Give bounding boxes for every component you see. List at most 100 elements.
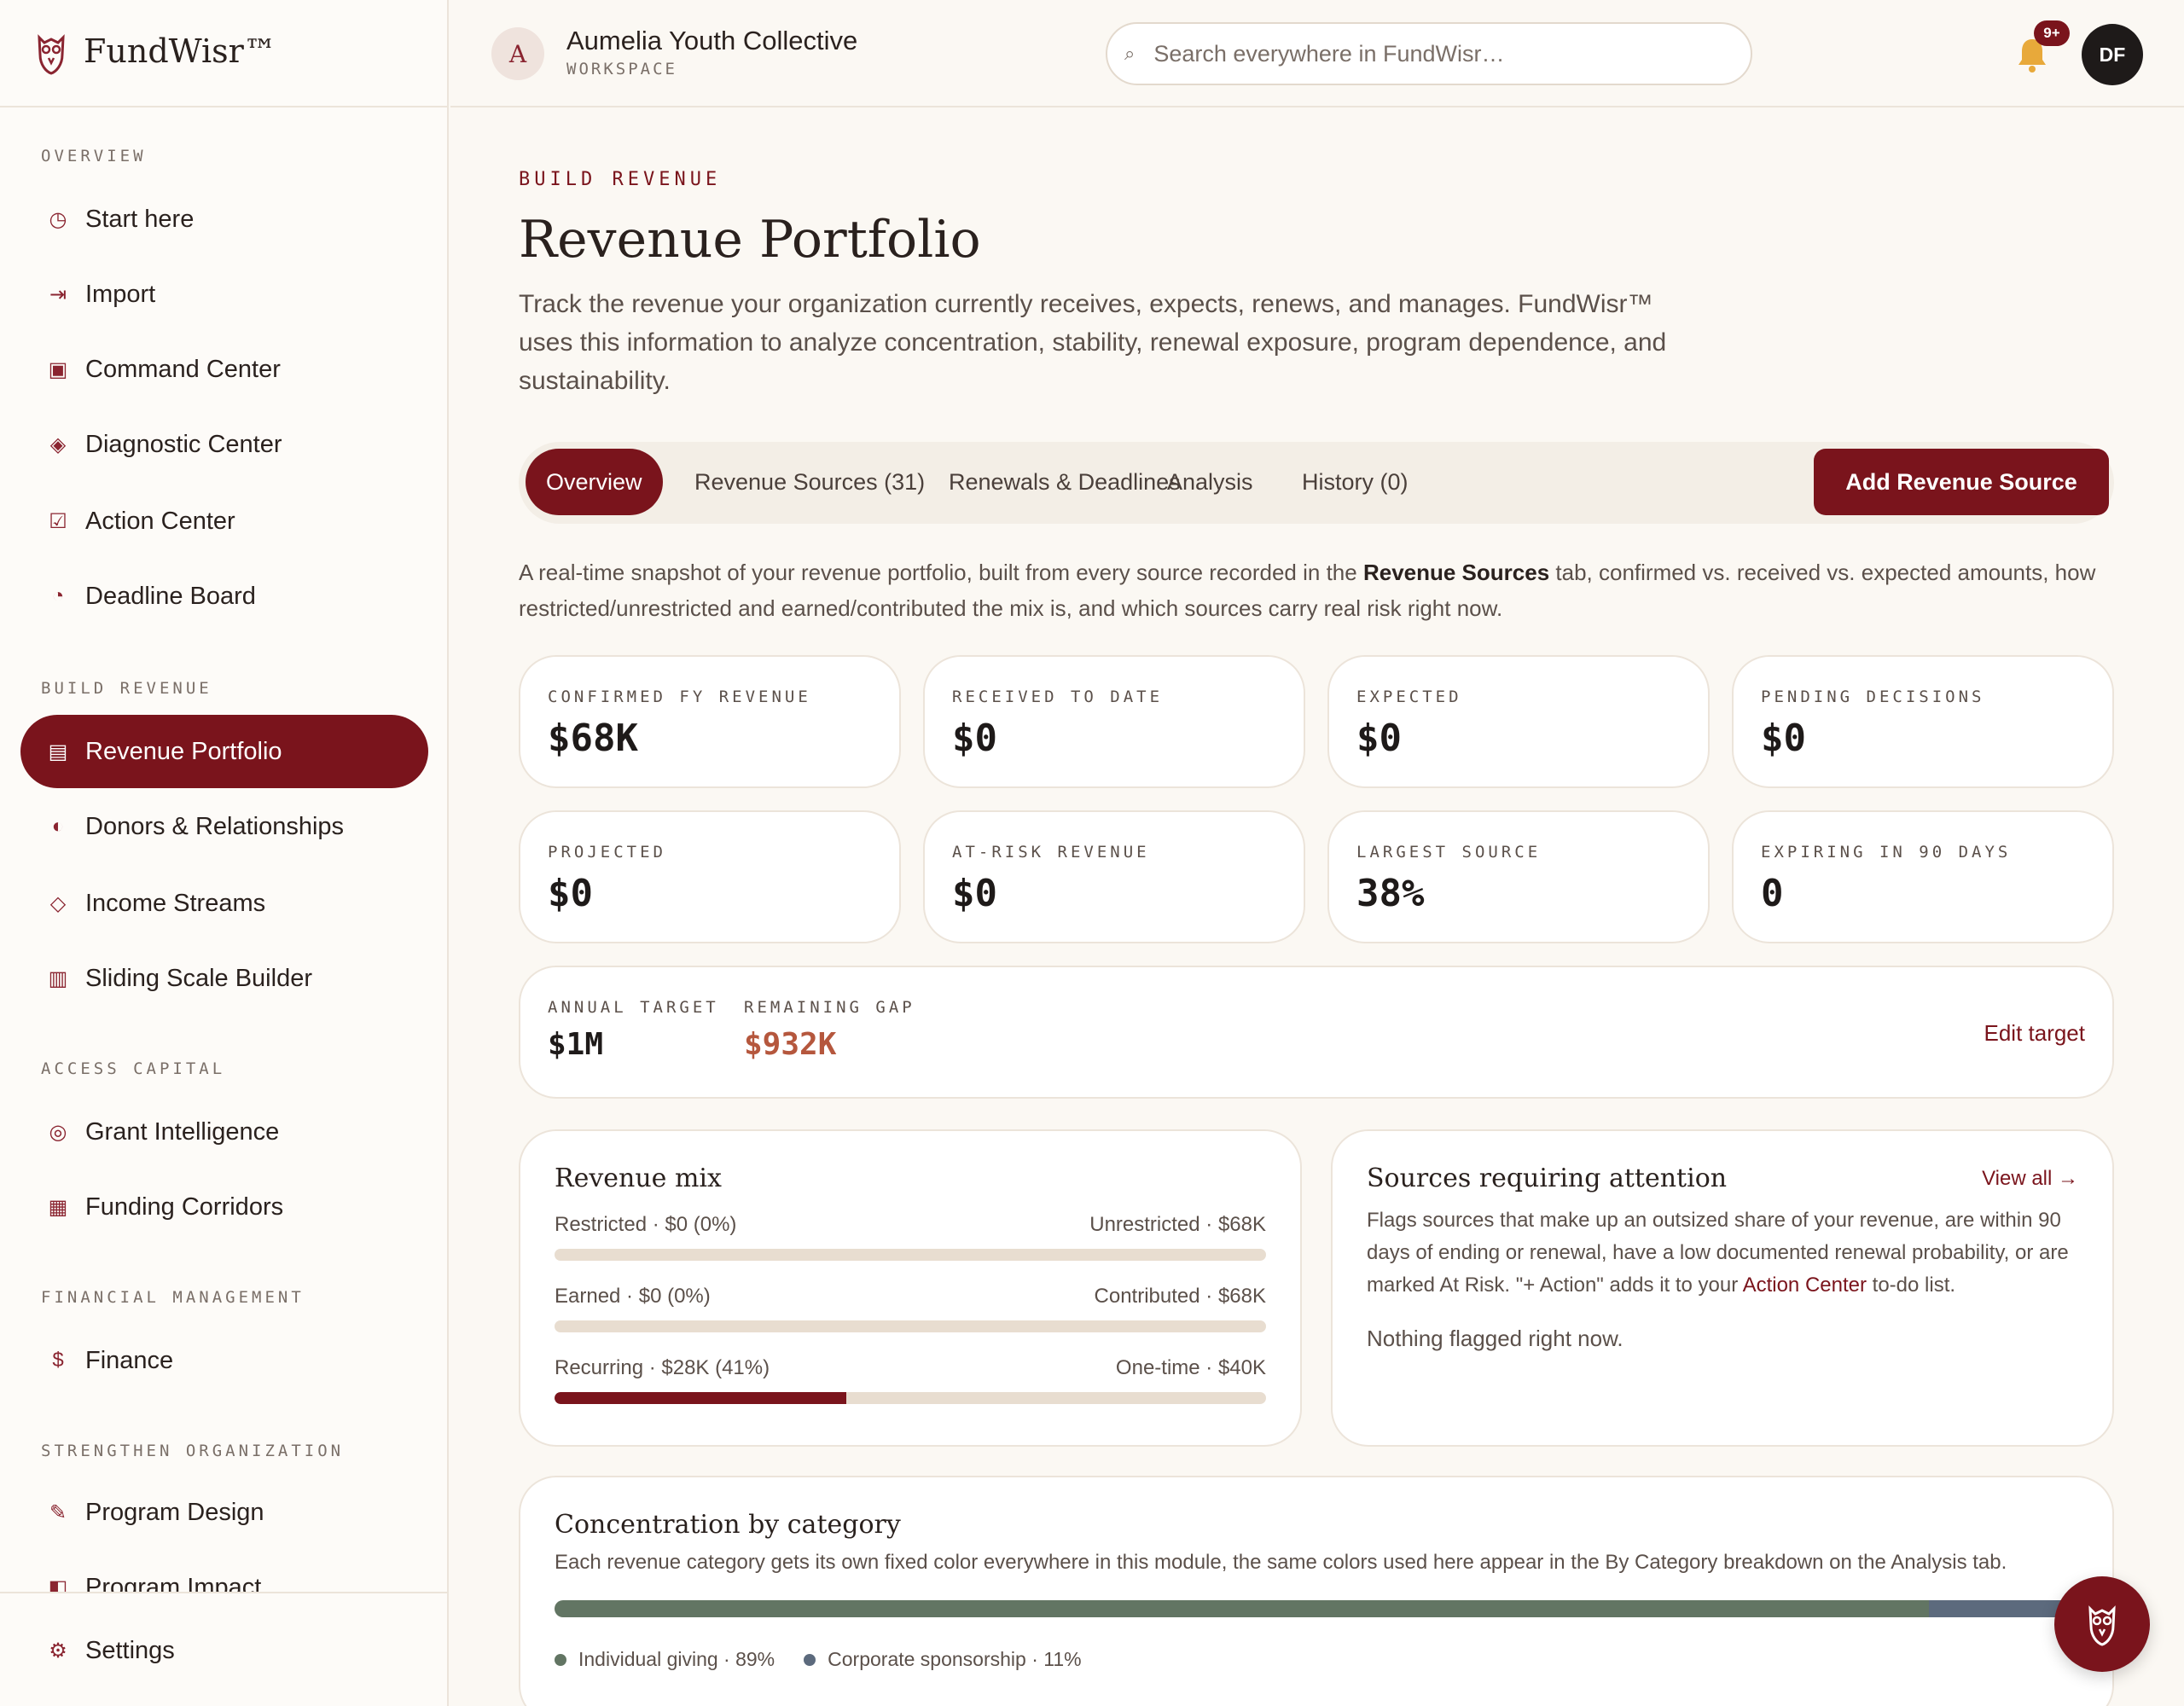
concentration-description: Each revenue category gets its own fixed… [555,1551,2007,1574]
stat-card-at-risk-revenue: AT-RISK REVENUE $0 [923,810,1305,943]
sidebar-item-label: Settings [85,1636,175,1664]
search-icon: ⌕ [1124,43,1136,64]
columns-icon: ▥ [48,966,68,990]
stat-value: $68K [548,717,638,760]
sidebar-item-settings[interactable]: ⚙ Settings [20,1614,428,1687]
add-revenue-source-button[interactable]: Add Revenue Source [1814,449,2109,515]
attention-description: Flags sources that make up an outsized s… [1367,1204,2083,1302]
mix-track [555,1249,1266,1261]
workspace-avatar[interactable]: A [491,27,544,80]
half-circle-icon: ◐ [51,815,65,838]
stat-card-expected: EXPECTED $0 [1327,655,1710,788]
sidebar-nav: OVERVIEW ◷ Start here ⇥ Import ▣ Command… [0,109,447,1594]
mix-left-label: Recurring · $28K (41%) [555,1356,770,1379]
sidebar-item-finance[interactable]: $ Finance [20,1324,428,1397]
sidebar-item-donors-relationships[interactable]: ◐ Donors & Relationships [20,790,428,863]
annual-target-label: ANNUAL TARGET [548,998,719,1017]
sidebar-footer: ⚙ Settings [0,1592,447,1706]
stat-card-pending-decisions: PENDING DECISIONS $0 [1732,655,2114,788]
search-input[interactable] [1153,40,1700,67]
square-target-icon: ▣ [48,357,68,381]
stat-value: $0 [952,717,997,760]
sidebar-item-import[interactable]: ⇥ Import [20,258,428,331]
nav-section-build-revenue: BUILD REVENUE [41,679,212,698]
sidebar-item-funding-corridors[interactable]: ▦ Funding Corridors [20,1170,428,1244]
gear-icon: ⚙ [49,1639,67,1662]
sidebar-item-label: Finance [85,1346,174,1374]
page-description: Track the revenue your organization curr… [519,290,1667,395]
brand-name[interactable]: FundWisr™ [84,32,276,70]
sidebar-item-label: Import [85,280,156,308]
sidebar-item-command-center[interactable]: ▣ Command Center [20,333,428,406]
mix-row-recurring: Recurring · $28K (41%) One-time · $40K [555,1356,1266,1404]
owl-logo-icon [38,34,65,75]
stat-value: 38% [1356,872,1425,915]
tab-history[interactable]: History (0) [1281,449,1429,515]
sidebar-item-program-impact[interactable]: ◧ Program Impact [20,1551,428,1594]
assistant-fab-button[interactable] [2054,1576,2150,1672]
sidebar-item-label: Program Impact [85,1573,262,1594]
tab-revenue-sources[interactable]: Revenue Sources (31) [674,449,945,515]
sidebar-item-income-streams[interactable]: ◇ Income Streams [20,867,428,940]
page-title: Revenue Portfolio [519,210,981,270]
tab-overview[interactable]: Overview [526,449,663,515]
sidebar-item-revenue-portfolio[interactable]: ▤ Revenue Portfolio [20,715,428,788]
stat-value: $0 [1356,717,1402,760]
clock-icon: ◷ [49,207,67,231]
snapshot-bold: Revenue Sources [1362,560,1550,585]
stat-card-received-to-date: RECEIVED TO DATE $0 [923,655,1305,788]
search-bar[interactable]: ⌕ [1106,22,1752,85]
sidebar-item-sliding-scale-builder[interactable]: ▥ Sliding Scale Builder [20,942,428,1015]
workspace-label: WORKSPACE [566,60,677,78]
top-header: A Aumelia Youth Collective WORKSPACE ⌕ 9… [450,0,2184,107]
sidebar-item-start-here[interactable]: ◷ Start here [20,183,428,256]
sidebar: FundWisr™ OVERVIEW ◷ Start here ⇥ Import… [0,0,449,1706]
sidebar-item-label: Income Streams [85,889,266,917]
sidebar-item-program-design[interactable]: ✎ Program Design [20,1476,428,1549]
dollar-icon: $ [52,1349,64,1372]
target-icon: ◎ [49,1120,67,1144]
user-avatar[interactable]: DF [2082,24,2143,85]
legend-label: Corporate sponsorship · 11% [828,1648,1082,1670]
annual-target-value: $1M [548,1027,604,1062]
mix-fill [555,1392,846,1404]
legend-item-corporate-sponsorship: Corporate sponsorship · 11% [804,1648,1082,1671]
sidebar-item-grant-intelligence[interactable]: ◎ Grant Intelligence [20,1095,428,1169]
stat-label: LARGEST SOURCE [1356,843,1542,862]
sidebar-item-label: Grant Intelligence [85,1117,280,1146]
action-center-link[interactable]: Action Center [1743,1274,1867,1297]
sidebar-item-diagnostic-center[interactable]: ◈ Diagnostic Center [20,408,428,481]
snapshot-description: A real-time snapshot of your revenue por… [519,554,2123,626]
stat-label: PROJECTED [548,843,666,862]
page-eyebrow: BUILD REVENUE [519,169,722,190]
checkbox-icon: ☑ [49,509,67,533]
stat-value: 0 [1761,872,1784,915]
mix-track [555,1320,1266,1332]
concentration-title: Concentration by category [555,1510,901,1540]
stat-label: EXPIRING IN 90 DAYS [1761,843,2012,862]
nav-section-access-capital: ACCESS CAPITAL [41,1059,226,1078]
stat-card-largest-source: LARGEST SOURCE 38% [1327,810,1710,943]
sidebar-item-action-center[interactable]: ☑ Action Center [20,485,428,558]
annual-target-card: ANNUAL TARGET $1M REMAINING GAP $932K Ed… [519,966,2114,1099]
view-all-link[interactable]: View all → [1982,1167,2078,1191]
mix-row-earned: Earned · $0 (0%) Contributed · $68K [555,1285,1266,1332]
stat-card-projected: PROJECTED $0 [519,810,901,943]
mix-left-label: Earned · $0 (0%) [555,1285,711,1308]
sidebar-item-label: Command Center [85,355,281,383]
stat-label: PENDING DECISIONS [1761,688,1985,706]
brand-header: FundWisr™ [0,0,447,107]
attention-desc-start: Flags sources that make up an outsized s… [1367,1209,2069,1297]
mix-right-label: Unrestricted · $68K [1089,1213,1266,1236]
workspace-name[interactable]: Aumelia Youth Collective [566,26,857,56]
nav-section-financial-management: FINANCIAL MANAGEMENT [41,1288,305,1307]
tab-analysis[interactable]: Analysis [1147,449,1274,515]
stat-value: $0 [548,872,593,915]
sidebar-item-deadline-board[interactable]: ◔ Deadline Board [20,560,428,633]
sidebar-item-label: Sliding Scale Builder [85,964,312,992]
remaining-gap-label: REMAINING GAP [744,998,915,1017]
stat-label: RECEIVED TO DATE [952,688,1164,706]
edit-target-link[interactable]: Edit target [1984,1020,2085,1047]
attention-desc-end: to-do list. [1866,1274,1956,1297]
stat-card-expiring-in-90-days: EXPIRING IN 90 DAYS 0 [1732,810,2114,943]
